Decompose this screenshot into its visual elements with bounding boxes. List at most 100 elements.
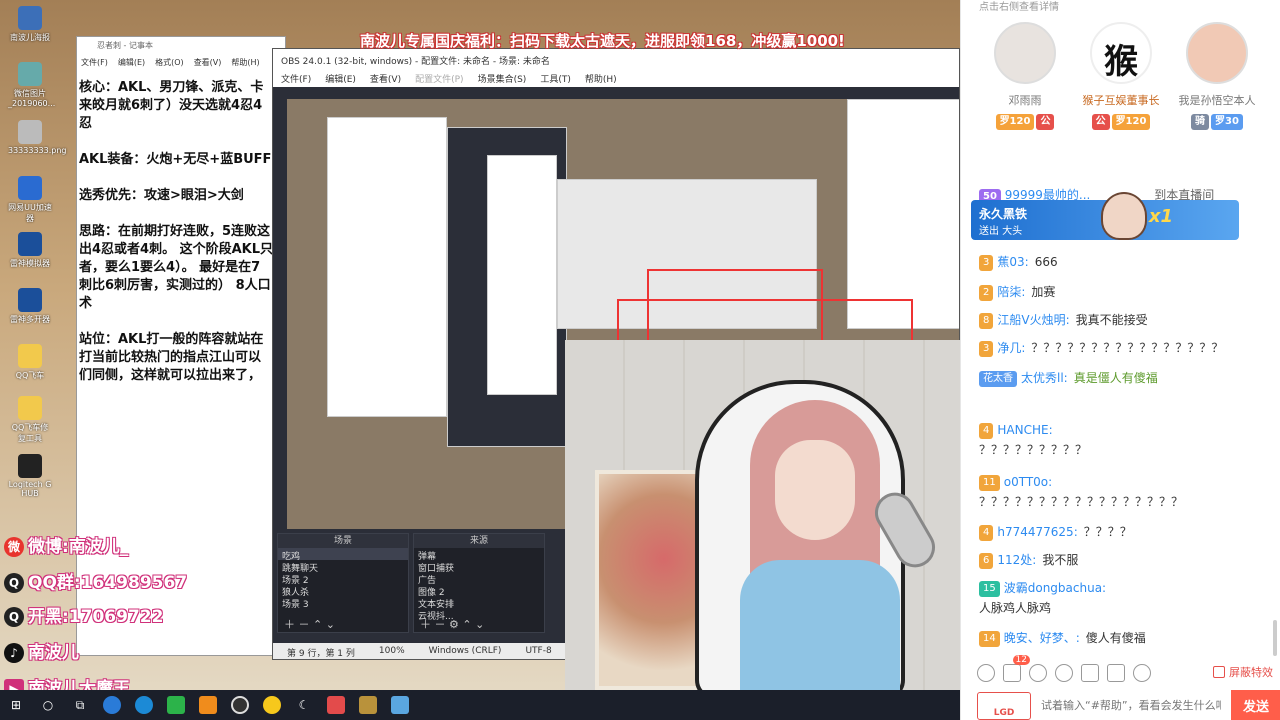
chat-list[interactable]: 3 蕉03: 666 2 陪柒: 加赛 8 江船V火烛明: 我真不能接受 3 净几:？？？？？… xyxy=(961,150,1273,656)
fan-badge-icon[interactable] xyxy=(1055,664,1073,682)
desktop-icon[interactable]: 雷神多开器 xyxy=(8,288,52,325)
gift-rank: 点击右侧查看详情 邓雨雨 罗120 公 猴 猴子互娱董事长 公 罗120 我是孙… xyxy=(961,0,1280,150)
scenes-dock[interactable]: 场景 吃鸡 跳舞聊天 场景 2 狼人杀 场景 3 ＋ － ⌃ ⌄ xyxy=(277,533,409,633)
moon-icon[interactable]: ☾ xyxy=(288,690,320,720)
source-item[interactable]: 图像 2 xyxy=(414,584,544,596)
chat-user[interactable]: 陪柒: xyxy=(997,285,1025,299)
chat-user[interactable]: o0TT0o: xyxy=(1004,475,1052,489)
obs-menu-profile[interactable]: 配置文件(P) xyxy=(415,72,463,85)
sources-dock[interactable]: 来源 弹幕 窗口捕获 广告 图像 2 文本安排 云视抖... ＋ － ⚙ ⌃ ⌄ xyxy=(413,533,545,633)
chat-user[interactable]: HANCHE: xyxy=(997,423,1052,437)
chat-user[interactable]: 波霸dongbachua: xyxy=(1004,581,1106,595)
wechat-icon[interactable] xyxy=(160,690,192,720)
desktop-icon[interactable]: QQ飞车 xyxy=(8,344,52,381)
desktop-icon[interactable]: 网易UU加速器 xyxy=(8,176,52,224)
chat-user[interactable]: 蕉03: xyxy=(997,255,1028,269)
chat-user[interactable]: 112处: xyxy=(997,553,1036,567)
add-scene-icon[interactable]: ＋ xyxy=(284,618,295,631)
move-up-icon[interactable]: ⌃ xyxy=(313,618,322,631)
obs-menu-file[interactable]: 文件(F) xyxy=(281,72,311,85)
remove-scene-icon[interactable]: － xyxy=(299,618,310,631)
windows-icon[interactable]: ⊞ xyxy=(0,690,32,720)
kugou-icon[interactable] xyxy=(96,690,128,720)
chat-user[interactable]: h774477625: xyxy=(997,525,1077,539)
desktop-icon[interactable]: QQ飞车修复工具 xyxy=(8,396,52,444)
source-item[interactable]: 文本安排 xyxy=(414,596,544,608)
chat-user[interactable]: 太优秀ll: xyxy=(1021,371,1068,385)
obs-menu-scene-collection[interactable]: 场景集合(S) xyxy=(478,72,527,85)
app-orange-icon[interactable] xyxy=(192,690,224,720)
scene-item[interactable]: 场景 3 xyxy=(278,596,408,608)
source-item[interactable]: 广告 xyxy=(414,572,544,584)
emoji-icon[interactable] xyxy=(977,664,995,682)
app-blue-icon[interactable] xyxy=(384,690,416,720)
chat-user[interactable]: 江船V火烛明: xyxy=(997,313,1069,327)
scene-item[interactable]: 跳舞聊天 xyxy=(278,560,408,572)
obs-menu-edit[interactable]: 编辑(E) xyxy=(325,72,356,85)
rank-user-3[interactable]: 我是孙悟空本人 骑 罗30 xyxy=(1169,22,1265,130)
menu-help[interactable]: 帮助(H) xyxy=(231,57,259,67)
app-icon xyxy=(18,6,42,30)
obs-menu-tools[interactable]: 工具(T) xyxy=(540,72,571,85)
chat-input[interactable] xyxy=(1037,690,1225,720)
logitech-icon xyxy=(18,454,42,478)
task-view-icon[interactable]: ⧉ xyxy=(64,690,96,720)
barrage-icon[interactable] xyxy=(1081,664,1099,682)
move-down-icon[interactable]: ⌄ xyxy=(475,618,484,631)
desktop-icon[interactable]: 南波儿海报 xyxy=(8,6,52,43)
webcam-feed xyxy=(565,340,960,690)
rank-name: 猴子互娱董事长 xyxy=(1082,94,1160,107)
add-source-icon[interactable]: ＋ xyxy=(420,618,431,631)
chat-user[interactable]: 晚安、好梦、: xyxy=(1004,631,1080,645)
block-effects-toggle[interactable]: 屏蔽特效 xyxy=(1213,664,1273,680)
desktop-icon[interactable]: 微信图片_2019060... xyxy=(8,62,55,108)
menu-file[interactable]: 文件(F) xyxy=(81,57,108,67)
obs-menu-help[interactable]: 帮助(H) xyxy=(585,72,617,85)
fan-badge-button[interactable]: LGD xyxy=(977,692,1031,720)
scene-item[interactable]: 狼人杀 xyxy=(278,584,408,596)
rank-user-1[interactable]: 邓雨雨 罗120 公 xyxy=(977,22,1073,130)
send-button[interactable]: 发送 xyxy=(1231,690,1280,720)
chat-scrollbar[interactable] xyxy=(1273,620,1277,656)
qq-speed-icon xyxy=(18,344,42,368)
scenes-footer: ＋ － ⌃ ⌄ xyxy=(278,616,408,632)
move-down-icon[interactable]: ⌄ xyxy=(326,618,335,631)
horn-icon[interactable] xyxy=(1029,664,1047,682)
gift-box-icon[interactable]: 12 xyxy=(1003,655,1030,682)
obs-icon[interactable] xyxy=(224,690,256,720)
scene-item[interactable]: 吃鸡 xyxy=(278,548,408,560)
menu-edit[interactable]: 编辑(E) xyxy=(118,57,145,67)
source-item[interactable]: 弹幕 xyxy=(414,548,544,560)
level-badge: 花太香 xyxy=(979,370,1017,387)
level-badge: 6 xyxy=(979,552,994,569)
line-ending: Windows (CRLF) xyxy=(428,646,502,656)
obs-menu-view[interactable]: 查看(V) xyxy=(370,72,401,85)
search-icon[interactable]: ○ xyxy=(32,690,64,720)
notepad-text[interactable]: 核心：AKL、男刀锋、派克、卡 来皎月就6刺了）没天选就4忍4忍 AKL装备：火… xyxy=(77,71,277,393)
lol-icon[interactable] xyxy=(352,690,384,720)
source-item[interactable]: 窗口捕获 xyxy=(414,560,544,572)
desktop-icon[interactable]: Logitech G HUB xyxy=(8,454,52,498)
chat-message: 4 h774477625: ？？？？ xyxy=(979,522,1261,542)
noble-badge: 罗120 xyxy=(1111,114,1151,130)
remove-source-icon[interactable]: － xyxy=(435,618,446,631)
checkbox[interactable] xyxy=(1213,666,1225,678)
grid-icon[interactable] xyxy=(1107,664,1125,682)
share-icon[interactable] xyxy=(1133,664,1151,682)
menu-format[interactable]: 格式(O) xyxy=(155,57,184,67)
desktop-icon[interactable]: 33333333.png xyxy=(8,120,67,155)
app-red-icon[interactable] xyxy=(320,690,352,720)
leidian-icon xyxy=(18,232,42,256)
app-yellow-icon[interactable] xyxy=(256,690,288,720)
chat-user[interactable]: 净几: xyxy=(997,341,1025,355)
scene-item[interactable]: 场景 2 xyxy=(278,572,408,584)
chat-message: 14 晚安、好梦、: 傻人有傻福 xyxy=(979,628,1261,648)
rank-user-2[interactable]: 猴 猴子互娱董事长 公 罗120 xyxy=(1073,22,1169,130)
move-up-icon[interactable]: ⌃ xyxy=(462,618,471,631)
desktop-icon[interactable]: 雷神模拟器 xyxy=(8,232,52,269)
chat-message: 8 江船V火烛明: 我真不能接受 xyxy=(979,310,1261,330)
chat-message: 11 o0TT0o: ？？？？？？？？？？？？？？？？？ xyxy=(979,472,1261,512)
edge-icon[interactable] xyxy=(128,690,160,720)
gear-icon[interactable]: ⚙ xyxy=(449,618,459,631)
menu-view[interactable]: 查看(V) xyxy=(194,57,222,67)
